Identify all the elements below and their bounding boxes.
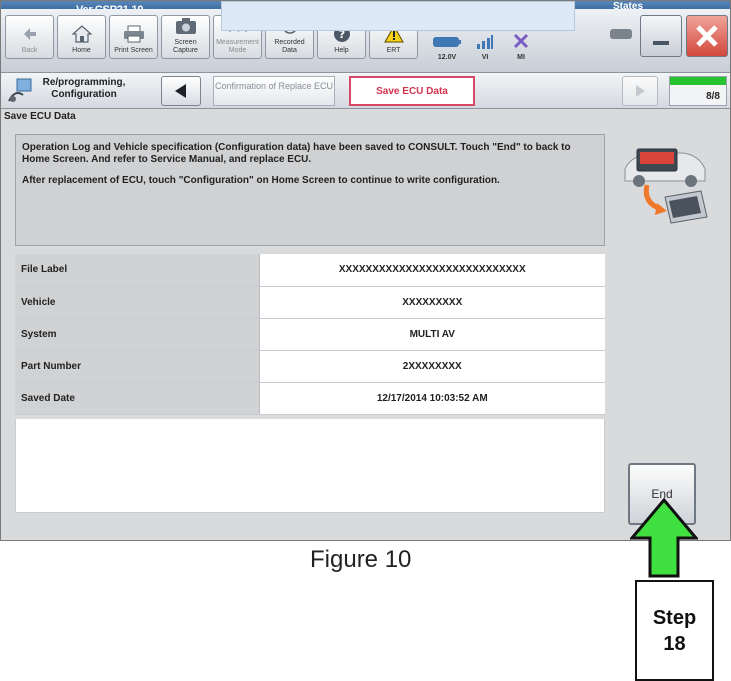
- section-title: Save ECU Data: [4, 111, 76, 122]
- breadcrumb-back-button[interactable]: [161, 76, 201, 106]
- ecu-transfer-icon: [617, 139, 709, 231]
- table-row: Saved Date 12/17/2014 10:03:52 AM: [15, 382, 605, 415]
- recorded-data-label: Recorded Data: [274, 39, 305, 54]
- minimize-icon: [653, 41, 669, 45]
- print-screen-label: Print Screen: [114, 47, 153, 54]
- back-button-label: Back: [21, 47, 38, 54]
- table-row: Part Number 2XXXXXXXX: [15, 350, 605, 383]
- breadcrumb: Re/programming, Configuration Confirmati…: [1, 73, 730, 109]
- home-button-label: Home: [72, 47, 91, 54]
- back-button[interactable]: Back: [5, 15, 54, 59]
- breadcrumb-confirmation: Confirmation of Replace ECU: [213, 76, 335, 106]
- row-label: Saved Date: [15, 382, 260, 415]
- table-row: Vehicle XXXXXXXXX: [15, 286, 605, 319]
- connection-icon: [609, 27, 633, 46]
- step-label: Step: [652, 606, 697, 629]
- back-arrow-icon: [19, 24, 41, 44]
- breadcrumb-reprogramming[interactable]: Re/programming, Configuration: [39, 77, 129, 101]
- measurement-mode-label: Measurement Mode: [216, 39, 259, 54]
- printer-icon: [123, 24, 145, 44]
- row-label: File Label: [15, 254, 260, 287]
- row-value: 2XXXXXXXX: [259, 350, 605, 383]
- vi-label: VI: [481, 54, 489, 61]
- home-icon: [71, 24, 93, 44]
- breadcrumb-current-step: Save ECU Data: [349, 76, 475, 106]
- right-arrow-icon: [636, 85, 645, 97]
- row-label: System: [15, 318, 260, 351]
- consult-screen: Ver.CSP21.10 States Back Home Print Scre…: [0, 0, 731, 541]
- step-callout: Step 18: [635, 580, 714, 681]
- row-value: MULTI AV: [259, 318, 605, 351]
- signal-icon: [476, 35, 494, 54]
- progress-text: 8/8: [706, 91, 720, 102]
- row-label: Vehicle: [15, 286, 260, 319]
- left-arrow-icon: [175, 84, 186, 98]
- close-icon: [696, 25, 718, 47]
- minimize-button[interactable]: [640, 15, 682, 57]
- window-controls: [640, 15, 728, 57]
- table-row: System MULTI AV: [15, 318, 605, 351]
- breadcrumb-forward-button[interactable]: [622, 76, 658, 106]
- row-label: Part Number: [15, 350, 260, 383]
- ecu-data-table: File Label XXXXXXXXXXXXXXXXXXXXXXXXXXXX …: [15, 254, 605, 415]
- print-screen-button[interactable]: Print Screen: [109, 15, 158, 59]
- vehicle-info-bar: [221, 1, 575, 31]
- row-value: 12/17/2014 10:03:52 AM: [259, 382, 605, 415]
- step-number: 18: [663, 632, 686, 655]
- close-button[interactable]: [686, 15, 728, 57]
- mi-label: MI: [517, 54, 525, 61]
- table-row: File Label XXXXXXXXXXXXXXXXXXXXXXXXXXXX: [15, 254, 605, 287]
- x-mark-icon: [513, 33, 529, 54]
- row-value: XXXXXXXXXXXXXXXXXXXXXXXXXXXX: [259, 254, 605, 287]
- reprogramming-icon: [7, 77, 35, 105]
- message-box: Operation Log and Vehicle specification …: [15, 134, 605, 246]
- row-value: XXXXXXXXX: [259, 286, 605, 319]
- battery-icon: [432, 35, 462, 54]
- help-label: Help: [334, 47, 349, 54]
- ert-label: ERT: [386, 47, 401, 54]
- screen-capture-label: Screen Capture: [173, 39, 198, 54]
- voltage-label: 12.0V: [437, 54, 457, 61]
- up-arrow-icon: [628, 497, 700, 578]
- message-replacement: After replacement of ECU, touch "Configu…: [22, 175, 500, 186]
- screen-capture-button[interactable]: Screen Capture: [161, 15, 210, 59]
- empty-area: [15, 419, 605, 513]
- camera-icon: [175, 16, 197, 36]
- figure-caption: Figure 10: [310, 546, 412, 573]
- progress-fill: [670, 77, 726, 85]
- home-button[interactable]: Home: [57, 15, 106, 59]
- message-saved: Operation Log and Vehicle specification …: [22, 142, 571, 165]
- step-progress: 8/8: [669, 76, 727, 106]
